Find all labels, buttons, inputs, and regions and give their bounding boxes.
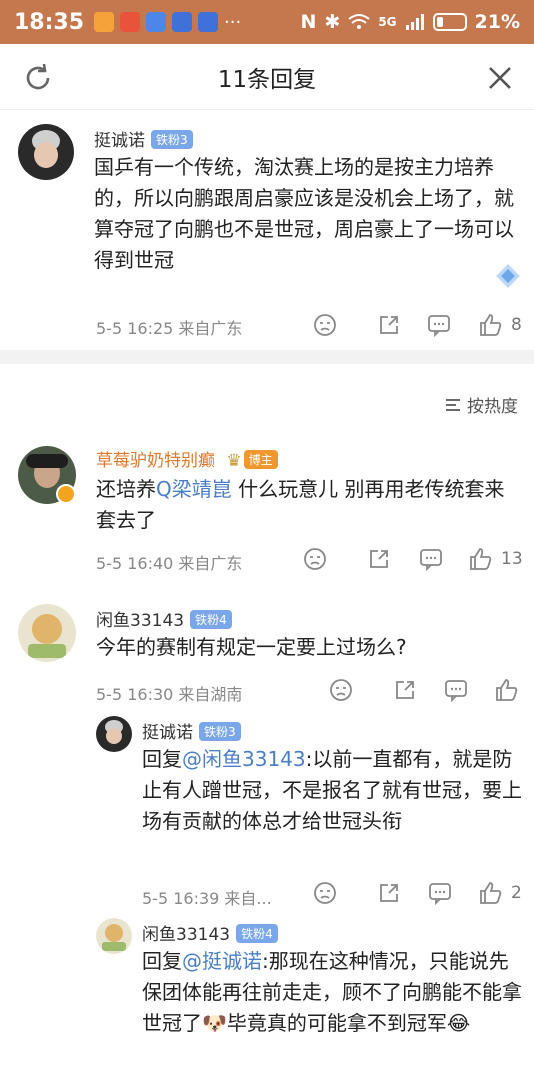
comment-text: 国乒有一个传统，淘汰赛上场的是按主力培养的，所以向鹏跟周启豪应该是没机会上场了，… [94,155,514,272]
close-icon[interactable] [486,64,514,92]
author-name: 闲鱼33143 [96,611,185,631]
author-name: 草莓驴奶特别癫 [96,451,215,471]
comment-author[interactable]: 闲鱼33143 铁粉4 [96,606,232,631]
dislike-icon[interactable] [312,880,338,906]
comment-text: 回复@闲鱼33143:以前一直都有，就是防止有人蹭世冠，不是报名了就有世冠，要上… [142,744,526,837]
comment-author[interactable]: 挺诚诺 铁粉3 [142,718,241,743]
signal-icon [405,14,424,30]
comment-icon[interactable] [426,312,452,338]
fan-club-icon [496,264,520,288]
like-count: 8 [511,315,522,335]
reply-header: 11条回复 [0,44,534,110]
comment-text: 回复@挺诚诺:那现在这种情况，只能说先保团体能再往前走走，顾不了向鹏能不能拿世冠… [142,946,526,1039]
like-icon[interactable] [494,677,520,703]
comment-icon[interactable] [427,880,453,906]
comment-meta: 5-5 16:30 来自湖南 [96,685,243,704]
wifi-icon [348,14,370,29]
mention-link[interactable]: @闲鱼33143 [182,747,306,771]
comment-author[interactable]: 草莓驴奶特别癫 ♛ 博主 [96,446,278,471]
battery-level: 21% [474,11,520,33]
comment-author[interactable]: 挺诚诺 铁粉3 [94,126,193,151]
text-segment: 回复 [142,747,182,771]
sort-label: 按热度 [467,397,518,417]
text-segment: 还培养 [96,477,156,501]
page-title: 11条回复 [217,66,317,93]
comment-author[interactable]: 闲鱼33143 铁粉4 [142,920,278,945]
status-bar: 18:35 ··· N ✱ 5G 21% [0,0,534,44]
author-name: 挺诚诺 [94,131,145,151]
like-count: 2 [511,883,522,903]
nfc-icon: N [300,11,317,33]
avatar[interactable] [96,716,132,752]
crown-icon: ♛ [226,451,242,471]
section-divider [0,350,534,364]
battery-icon [432,13,467,31]
search-link[interactable]: Q梁靖崑 [156,477,232,501]
text-segment: 毕竟真的可能拿不到冠军 [226,1011,447,1035]
comment-meta: 5-5 16:25 来自广东 [96,319,243,338]
share-icon[interactable] [392,677,418,703]
like-icon[interactable] [478,880,504,906]
bluetooth-icon: ✱ [324,11,341,33]
mention-link[interactable]: @挺诚诺 [182,949,262,973]
comment-text: 还培养Q梁靖崑 什么玩意儿 别再用老传统套来套去了 [96,474,522,536]
share-icon[interactable] [376,312,402,338]
notification-app-icon [198,12,219,32]
comment-text: 今年的赛制有规定一定要上过场么? [96,635,407,659]
notification-app-icon [94,12,115,32]
refresh-icon[interactable] [22,62,54,94]
sort-icon [446,398,460,411]
dislike-icon[interactable] [312,312,338,338]
sort-button[interactable]: 按热度 [445,392,518,417]
avatar[interactable] [18,124,74,180]
dislike-icon[interactable] [302,546,328,572]
like-icon[interactable] [468,546,494,572]
share-icon[interactable] [366,546,392,572]
laugh-emoji-icon: 😂 [446,1011,471,1035]
avatar[interactable] [18,604,76,662]
comment-icon[interactable] [443,677,469,703]
author-name: 挺诚诺 [142,723,193,743]
verified-icon [56,484,76,504]
fan-badge: 铁粉4 [190,610,232,629]
fan-badge: 铁粉4 [236,924,278,943]
author-name: 闲鱼33143 [142,925,231,945]
notification-app-icon [146,12,167,32]
comment-meta: 5-5 16:40 来自广东 [96,554,243,573]
blogger-badge: 博主 [243,450,278,469]
comment-icon[interactable] [418,546,444,572]
like-count: 13 [501,549,523,569]
like-icon[interactable] [478,312,504,338]
fan-badge: 铁粉3 [151,130,193,149]
status-time: 18:35 [14,9,85,35]
doge-emoji-icon: 🐶 [202,1011,227,1035]
share-icon[interactable] [376,880,402,906]
fan-badge: 铁粉3 [199,722,241,741]
text-segment: 回复 [142,949,182,973]
avatar[interactable] [96,918,132,954]
notification-app-icon [172,12,193,32]
dislike-icon[interactable] [328,677,354,703]
more-notifications-icon: ··· [224,11,242,33]
comment-meta: 5-5 16:39 来自... [142,889,272,908]
notification-app-icon [120,12,141,32]
network-type: 5G [378,15,397,29]
